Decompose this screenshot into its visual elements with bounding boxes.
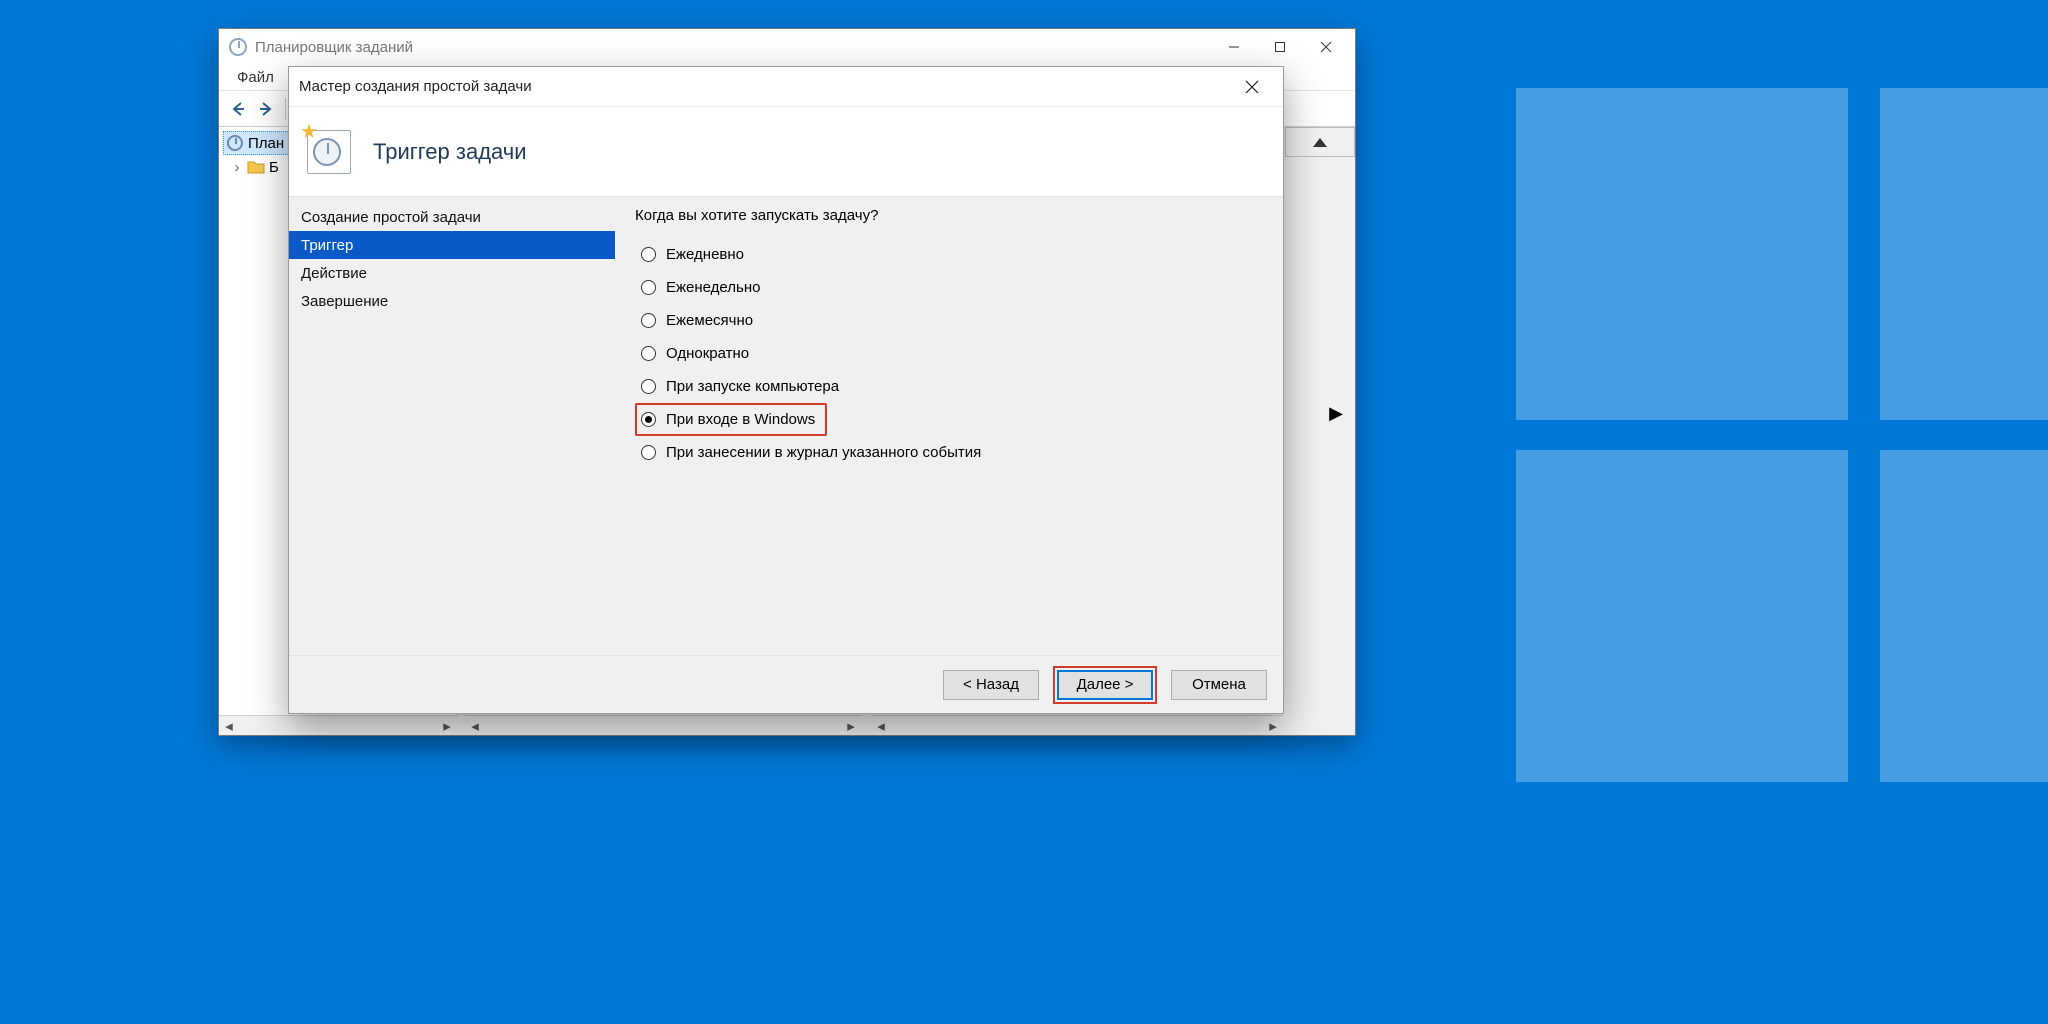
- desktop-decor: [1516, 88, 1848, 420]
- menu-file[interactable]: Файл: [227, 67, 284, 88]
- clock-icon: [229, 38, 247, 56]
- maximize-button[interactable]: [1257, 31, 1303, 63]
- chevron-right-icon[interactable]: ›: [231, 159, 243, 176]
- radio-icon: [641, 346, 656, 361]
- radio-once[interactable]: Однократно: [635, 337, 1263, 370]
- scroll-left-icon[interactable]: ◂: [219, 716, 239, 736]
- scroll-right-icon[interactable]: ▸: [841, 716, 861, 736]
- scroll-right-icon[interactable]: ▸: [437, 716, 457, 736]
- scrollbar-horizontal[interactable]: ◂ ▸: [219, 715, 457, 735]
- triangle-up-icon: [1313, 138, 1327, 147]
- radio-icon: [641, 280, 656, 295]
- scrollbar-horizontal[interactable]: ◂ ▸: [465, 715, 861, 735]
- actions-collapse-button[interactable]: [1285, 127, 1355, 157]
- titlebar[interactable]: Планировщик заданий: [219, 29, 1355, 65]
- radio-monthly[interactable]: Ежемесячно: [635, 304, 1263, 337]
- radio-daily[interactable]: Ежедневно: [635, 238, 1263, 271]
- wizard-steps: Создание простой задачи Триггер Действие…: [289, 197, 615, 655]
- scrollbar-horizontal[interactable]: ◂ ▸: [871, 715, 1283, 735]
- highlighted-option: При входе в Windows: [635, 403, 827, 436]
- desktop-decor: [1880, 450, 2048, 782]
- wizard-footer: < Назад Далее > Отмена: [289, 655, 1283, 713]
- radio-icon: [641, 379, 656, 394]
- wizard-heading: Триггер задачи: [373, 139, 527, 165]
- step-create[interactable]: Создание простой задачи: [289, 203, 615, 231]
- scroll-left-icon[interactable]: ◂: [871, 716, 891, 736]
- trigger-question: Когда вы хотите запускать задачу?: [635, 207, 1263, 224]
- radio-icon: [641, 313, 656, 328]
- back-button[interactable]: < Назад: [943, 670, 1039, 700]
- step-finish[interactable]: Завершение: [289, 287, 615, 315]
- scroll-right-icon[interactable]: ▸: [1263, 716, 1283, 736]
- step-action[interactable]: Действие: [289, 259, 615, 287]
- close-button[interactable]: [1303, 31, 1349, 63]
- folder-icon: [247, 158, 265, 176]
- radio-weekly[interactable]: Еженедельно: [635, 271, 1263, 304]
- close-button[interactable]: [1231, 72, 1273, 102]
- step-trigger[interactable]: Триггер: [289, 231, 615, 259]
- radio-icon: [641, 445, 656, 460]
- radio-startup[interactable]: При запуске компьютера: [635, 370, 1263, 403]
- scroll-left-icon[interactable]: ◂: [465, 716, 485, 736]
- create-basic-task-wizard: Мастер создания простой задачи Триггер з…: [288, 66, 1284, 714]
- desktop-decor: [1516, 450, 1848, 782]
- wizard-content: Когда вы хотите запускать задачу? Ежедне…: [615, 197, 1283, 655]
- minimize-button[interactable]: [1211, 31, 1257, 63]
- highlighted-button: Далее >: [1053, 666, 1157, 704]
- cancel-button[interactable]: Отмена: [1171, 670, 1267, 700]
- radio-icon: [641, 247, 656, 262]
- window-title: Планировщик заданий: [255, 39, 1211, 56]
- chevron-right-icon[interactable]: ▶: [1329, 403, 1343, 424]
- radio-logon[interactable]: При входе в Windows: [641, 411, 815, 428]
- dialog-title: Мастер создания простой задачи: [299, 78, 1231, 95]
- wizard-header: Триггер задачи: [289, 107, 1283, 197]
- radio-event[interactable]: При занесении в журнал указанного событи…: [635, 436, 1263, 469]
- tree-library-label: Б: [269, 159, 279, 176]
- clock-icon: [227, 135, 243, 151]
- desktop-decor: [1880, 88, 2048, 420]
- task-icon: [307, 130, 351, 174]
- tree-root-label: План: [248, 135, 284, 152]
- dialog-titlebar[interactable]: Мастер создания простой задачи: [289, 67, 1283, 107]
- nav-back-button[interactable]: [225, 96, 251, 122]
- radio-icon: [641, 412, 656, 427]
- next-button[interactable]: Далее >: [1057, 670, 1153, 700]
- nav-forward-button[interactable]: [253, 96, 279, 122]
